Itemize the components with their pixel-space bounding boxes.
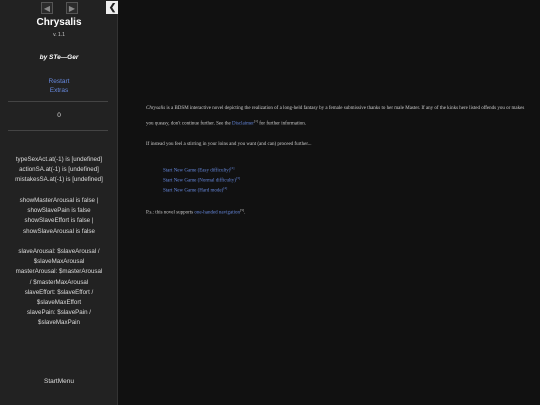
stat-line: showSlaveArousal is false bbox=[23, 227, 95, 235]
start-normal-link[interactable]: Start New Game (Normal difficulty)[3] bbox=[163, 175, 240, 185]
intro-title: Chrysalis bbox=[146, 106, 166, 111]
ps-text: P.s.: this novel supports bbox=[146, 210, 195, 216]
stat-line: / $masterMaxArousal bbox=[29, 278, 89, 286]
stat-line: typeSexAct.at(-1) is [undefined] bbox=[15, 156, 103, 163]
stat-line: showSlaveEffort is false | bbox=[24, 217, 94, 225]
debug-stats-actions: typeSexAct.at(-1) is [undefined] actionS… bbox=[4, 155, 114, 186]
intro-text: is a BDSM interactive novel depicting th… bbox=[146, 106, 525, 127]
story-author: by STe—Ger bbox=[39, 54, 79, 61]
divider bbox=[8, 130, 108, 131]
extras-link[interactable]: Extras bbox=[0, 86, 118, 95]
intro-paragraph: Chrysalis is a BDSM interactive novel de… bbox=[146, 102, 526, 131]
link-label: Start New Game (Hard mode) bbox=[163, 188, 224, 194]
story-version: v. 1.1 bbox=[53, 32, 65, 38]
link-label: Start New Game (Easy difficulty) bbox=[163, 168, 231, 174]
stat-line: actionSA.at(-1) is [undefined] bbox=[19, 166, 99, 174]
story-passage: Chrysalis is a BDSM interactive novel de… bbox=[118, 0, 540, 405]
proceed-prompt: If instead you feel a stirring in your l… bbox=[146, 142, 312, 147]
debug-stats-flags: showMasterArousal is false | showSlavePa… bbox=[4, 196, 114, 237]
link-label: Start New Game (Normal difficulty) bbox=[163, 178, 236, 184]
intro-text-end: for further information. bbox=[258, 121, 307, 127]
stat-line: slavePain: $slavePain / bbox=[27, 309, 91, 317]
divider bbox=[8, 101, 108, 102]
stat-line: slaveEffort: $slaveEffort / bbox=[24, 288, 94, 296]
stat-line: showMasterArousal is false | bbox=[19, 197, 99, 204]
stat-line: showSlavePain is false bbox=[27, 207, 91, 215]
footnote-marker: [2] bbox=[230, 166, 235, 170]
stat-line: masterArousal: $masterArousal bbox=[15, 268, 103, 276]
history-back-button[interactable]: ◀ bbox=[41, 2, 53, 14]
stat-line: slaveArousal: $slaveArousal / bbox=[18, 248, 100, 255]
chevron-left-icon: ◀ bbox=[43, 4, 51, 13]
chevron-left-icon: ❮ bbox=[108, 2, 117, 12]
ps-end: . bbox=[244, 210, 246, 216]
restart-link[interactable]: Restart bbox=[0, 77, 118, 86]
start-easy-link[interactable]: Start New Game (Easy difficulty)[2] bbox=[163, 165, 240, 175]
start-hard-link[interactable]: Start New Game (Hard mode)[4] bbox=[163, 185, 240, 195]
sidebar-menu: Restart Extras bbox=[0, 77, 118, 95]
chevron-right-icon: ▶ bbox=[68, 4, 76, 13]
stat-line: $slaveMaxArousal bbox=[33, 258, 85, 266]
footnote-marker: [3] bbox=[235, 176, 241, 181]
disclaimer-link[interactable]: Disclaimer bbox=[232, 122, 254, 127]
counter-value: 0 bbox=[57, 112, 61, 119]
story-title: Chrysalis bbox=[36, 17, 82, 28]
history-forward-button[interactable]: ▶ bbox=[66, 2, 78, 14]
sidebar: ◀ ▶ ❮ Chrysalis v. 1.1 by STe—Ger Restar… bbox=[0, 0, 119, 405]
stat-line: mistakesSA.at(-1) is [undefined] bbox=[15, 176, 103, 184]
stat-line: $slaveMaxEffort bbox=[36, 299, 82, 307]
debug-stats-values: slaveArousal: $slaveArousal / $slaveMaxA… bbox=[4, 247, 114, 329]
one-handed-navigation-link[interactable]: one-handed navigation bbox=[194, 211, 240, 216]
stat-line: $slaveMaxPain bbox=[38, 319, 80, 327]
postscript: P.s.: this novel supports one-handed nav… bbox=[146, 204, 245, 220]
new-game-options: Start New Game (Easy difficulty)[2] Star… bbox=[163, 165, 240, 195]
start-menu-link[interactable]: StartMenu bbox=[0, 378, 118, 385]
footnote-marker: [4] bbox=[223, 186, 228, 191]
